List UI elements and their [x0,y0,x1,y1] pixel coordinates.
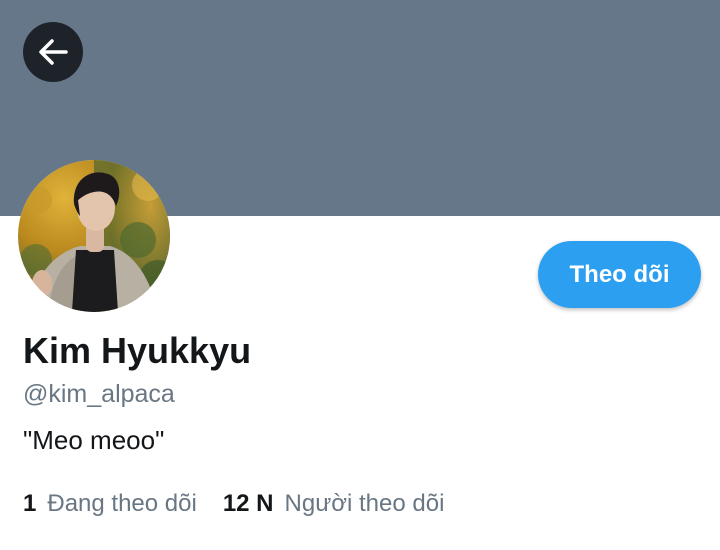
followers-count: 12 N [222,490,274,517]
following-count: 1 [23,490,37,517]
following-stat[interactable]: 1 Đang theo dõi [23,488,197,520]
follow-stats: 1 Đang theo dõi 12 N Người theo dõi [23,488,444,520]
display-name: Kim Hyukkyu [23,330,252,371]
followers-label: Người theo dõi [284,490,445,517]
following-label: Đang theo dõi [47,490,197,517]
back-button[interactable] [23,22,83,82]
profile-page: Theo dõi Kim Hyukkyu @kim_alpaca "Meo me… [0,0,720,550]
followers-stat[interactable]: 12 N Người theo dõi [223,488,445,520]
profile-bio: "Meo meoo" [23,425,165,455]
arrow-left-icon [39,39,68,65]
avatar[interactable] [18,160,170,312]
user-handle: @kim_alpaca [23,380,175,408]
follow-button[interactable]: Theo dõi [538,241,701,308]
